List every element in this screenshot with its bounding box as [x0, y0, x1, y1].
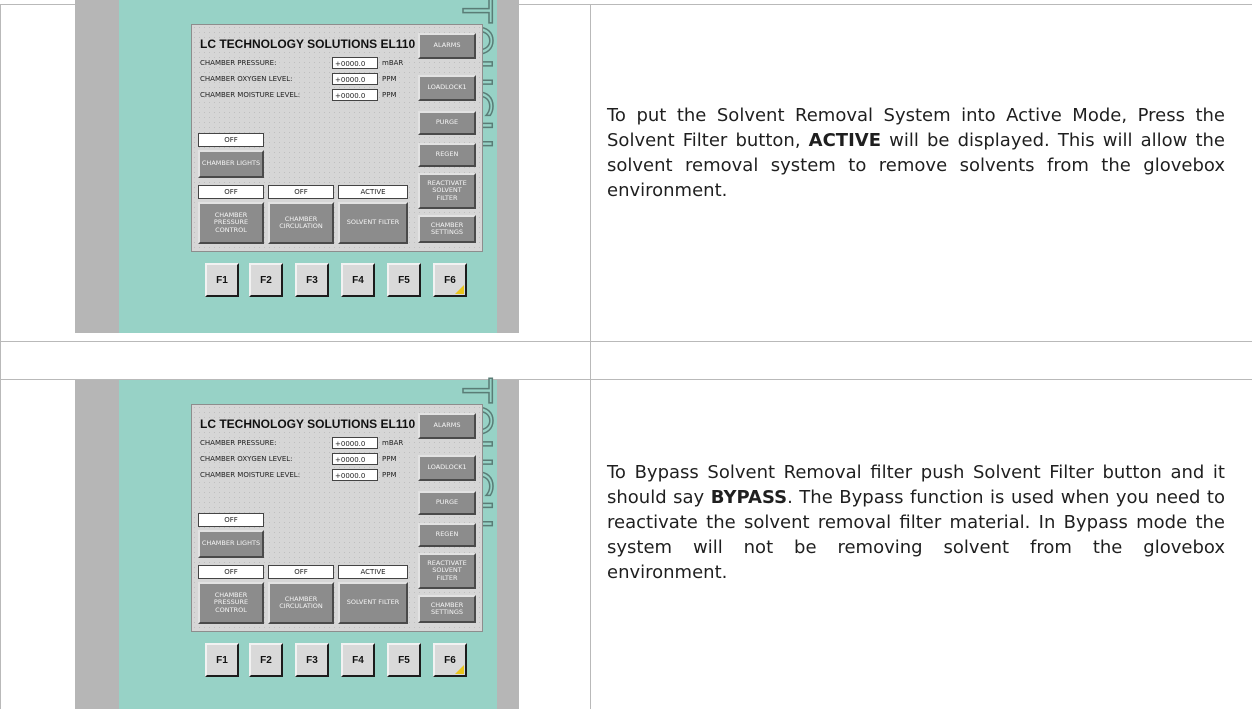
param-label: CHAMBER MOISTURE LEVEL: [200, 471, 301, 479]
panel-bezel: TOUCH LC TECHNOLOGY SOLUTIONS EL110 CHAM… [119, 378, 500, 709]
param-label: CHAMBER PRESSURE: [200, 59, 277, 67]
alarms-button[interactable]: ALARMS [418, 413, 476, 439]
row2-description: To Bypass Solvent Removal filter push So… [607, 462, 1226, 583]
loadlock1-button[interactable]: LOADLOCK1 [418, 455, 476, 481]
purge-button[interactable]: PURGE [418, 111, 476, 135]
table-row-divider [0, 341, 1252, 342]
lights-status: OFF [198, 133, 264, 147]
regen-button[interactable]: REGEN [418, 523, 476, 547]
panel-title: LC TECHNOLOGY SOLUTIONS EL110 [200, 37, 416, 51]
chamber-settings-button[interactable]: CHAMBER SETTINGS [418, 215, 476, 243]
panel-bezel: TOUCH LC TECHNOLOGY SOLUTIONS EL110 CHAM… [119, 0, 500, 333]
panel-title: LC TECHNOLOGY SOLUTIONS EL110 [200, 417, 416, 431]
param-value: +0000.0 [332, 89, 378, 101]
chamber-circulation-button[interactable]: CHAMBER CIRCULATION [268, 582, 334, 624]
f6-corner-marker [455, 665, 464, 674]
f4-key[interactable]: F4 [341, 643, 375, 677]
param-unit: PPM [382, 455, 397, 463]
f6-key[interactable]: F6 [433, 643, 467, 677]
param-label: CHAMBER OXYGEN LEVEL: [200, 455, 293, 463]
regen-button[interactable]: REGEN [418, 143, 476, 167]
param-value: +0000.0 [332, 57, 378, 69]
alarms-button[interactable]: ALARMS [418, 33, 476, 59]
row1-description: To put the Solvent Removal System into A… [607, 105, 1225, 201]
hmi-panel-image: TOUCH LC TECHNOLOGY SOLUTIONS EL110 CHAM… [75, 0, 519, 333]
solvent-filter-status: ACTIVE [338, 185, 408, 199]
chamber-lights-button[interactable]: CHAMBER LIGHTS [198, 150, 264, 178]
param-value: +0000.0 [332, 469, 378, 481]
f4-key[interactable]: F4 [341, 263, 375, 297]
f3-key[interactable]: F3 [295, 643, 329, 677]
loadlock1-button[interactable]: LOADLOCK1 [418, 75, 476, 101]
pressure-control-status: OFF [198, 185, 264, 199]
panel-screen: LC TECHNOLOGY SOLUTIONS EL110 CHAMBER PR… [191, 24, 483, 252]
f2-key[interactable]: F2 [249, 263, 283, 297]
chamber-pressure-control-button[interactable]: CHAMBER PRESSURE CONTROL [198, 582, 264, 624]
purge-button[interactable]: PURGE [418, 491, 476, 515]
chamber-lights-button[interactable]: CHAMBER LIGHTS [198, 530, 264, 558]
param-value: +0000.0 [332, 453, 378, 465]
param-value: +0000.0 [332, 437, 378, 449]
f1-key[interactable]: F1 [205, 263, 239, 297]
f3-key[interactable]: F3 [295, 263, 329, 297]
param-label: CHAMBER MOISTURE LEVEL: [200, 91, 301, 99]
f6-corner-marker [455, 285, 464, 294]
solvent-filter-button[interactable]: SOLVENT FILTER [338, 202, 408, 244]
f6-key[interactable]: F6 [433, 263, 467, 297]
circulation-status: OFF [268, 185, 334, 199]
panel-screen: LC TECHNOLOGY SOLUTIONS EL110 CHAMBER PR… [191, 404, 483, 632]
reactivate-solvent-filter-button[interactable]: REACTIVATE SOLVENT FILTER [418, 553, 476, 589]
table-column-divider [590, 4, 591, 709]
table-left-border [0, 4, 1, 709]
solvent-filter-button[interactable]: SOLVENT FILTER [338, 582, 408, 624]
param-unit: mBAR [382, 439, 404, 447]
chamber-pressure-control-button[interactable]: CHAMBER PRESSURE CONTROL [198, 202, 264, 244]
chamber-circulation-button[interactable]: CHAMBER CIRCULATION [268, 202, 334, 244]
param-unit: mBAR [382, 59, 404, 67]
solvent-filter-status: ACTIVE [338, 565, 408, 579]
param-unit: PPM [382, 91, 397, 99]
f5-key[interactable]: F5 [387, 643, 421, 677]
chamber-settings-button[interactable]: CHAMBER SETTINGS [418, 595, 476, 623]
pressure-control-status: OFF [198, 565, 264, 579]
param-unit: PPM [382, 75, 397, 83]
active-emphasis: ACTIVE [808, 130, 881, 151]
f2-key[interactable]: F2 [249, 643, 283, 677]
param-label: CHAMBER OXYGEN LEVEL: [200, 75, 293, 83]
bypass-emphasis: BYPASS [710, 487, 788, 508]
hmi-panel-image: TOUCH LC TECHNOLOGY SOLUTIONS EL110 CHAM… [75, 378, 519, 709]
param-value: +0000.0 [332, 73, 378, 85]
param-unit: PPM [382, 471, 397, 479]
param-label: CHAMBER PRESSURE: [200, 439, 277, 447]
f5-key[interactable]: F5 [387, 263, 421, 297]
f1-key[interactable]: F1 [205, 643, 239, 677]
circulation-status: OFF [268, 565, 334, 579]
reactivate-solvent-filter-button[interactable]: REACTIVATE SOLVENT FILTER [418, 173, 476, 209]
lights-status: OFF [198, 513, 264, 527]
